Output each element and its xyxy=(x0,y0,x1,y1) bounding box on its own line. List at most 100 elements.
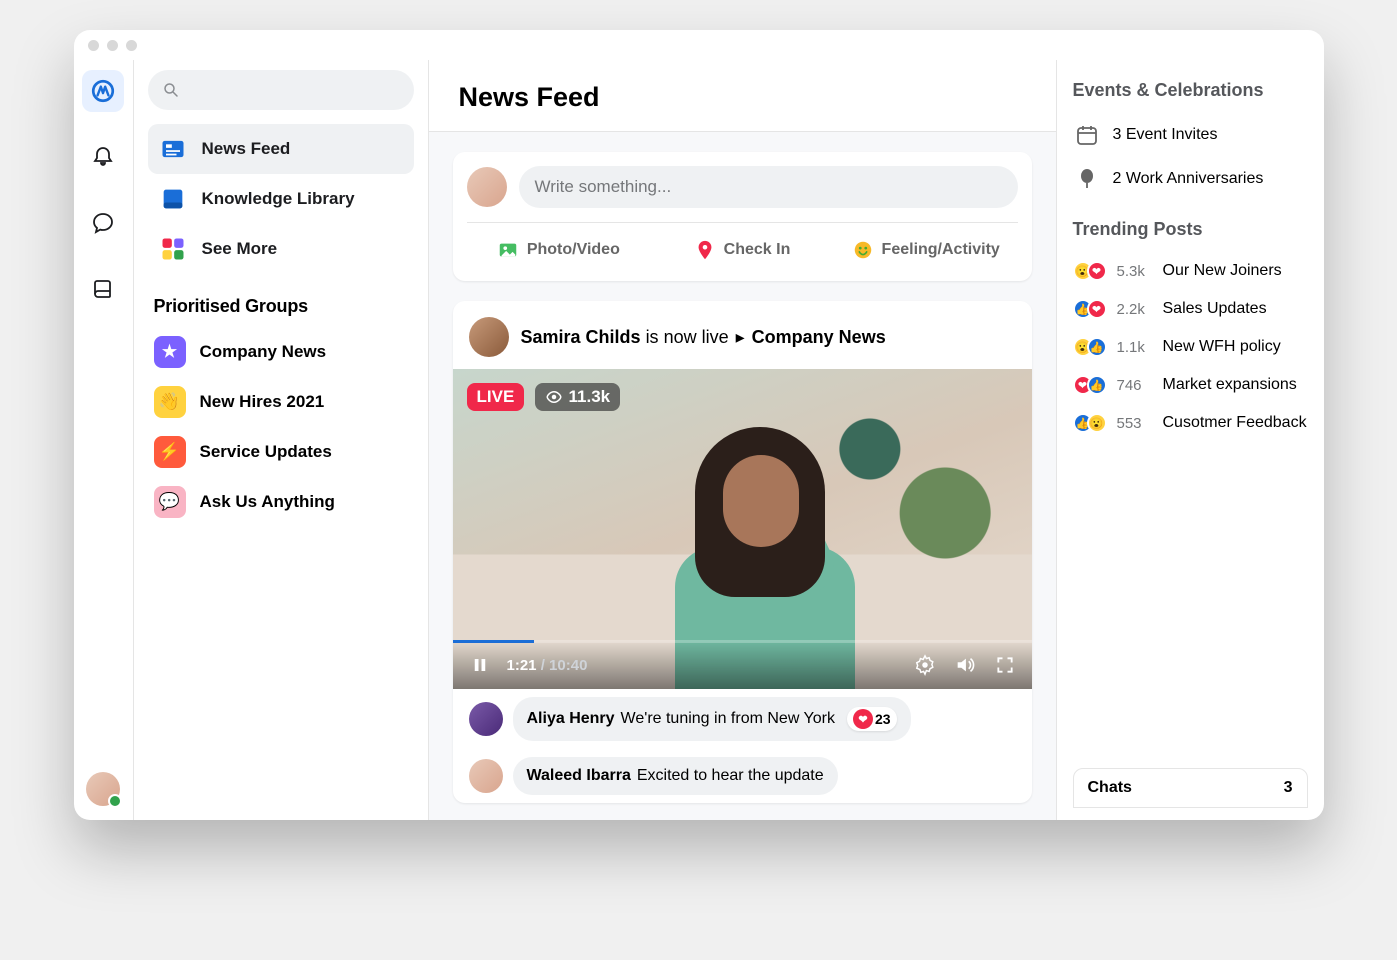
nav-see-more[interactable]: See More xyxy=(148,224,414,274)
comment-reaction[interactable]: ❤23 xyxy=(847,707,897,731)
reaction-icons: 😮👍 xyxy=(1073,337,1107,357)
fullscreen-button[interactable] xyxy=(992,652,1018,678)
commenter-avatar[interactable] xyxy=(469,702,503,736)
calendar-icon xyxy=(1073,121,1101,149)
video-time: 1:21 / 10:40 xyxy=(507,657,588,674)
trend-count: 1.1k xyxy=(1117,339,1153,356)
trend-title: Our New Joiners xyxy=(1163,262,1282,280)
icon-rail xyxy=(74,60,134,820)
post-author-avatar[interactable] xyxy=(469,317,509,357)
group-service-updates[interactable]: ⚡ Service Updates xyxy=(148,427,414,477)
work-anniversaries[interactable]: 2 Work Anniversaries xyxy=(1073,157,1308,201)
traffic-light-close[interactable] xyxy=(88,40,99,51)
page-title: News Feed xyxy=(429,60,1056,132)
reaction-icons: 😮❤ xyxy=(1073,261,1107,281)
event-invites[interactable]: 3 Event Invites xyxy=(1073,113,1308,157)
trend-title: Sales Updates xyxy=(1163,300,1267,318)
sidebar: News Feed Knowledge Library See More Pri… xyxy=(134,60,429,820)
gear-icon xyxy=(914,654,936,676)
bell-icon xyxy=(91,145,115,169)
video-controls: 1:21 / 10:40 xyxy=(453,641,1032,689)
post-header: Samira Childs is now live ▸ Company News xyxy=(453,301,1032,369)
trend-title: Market expansions xyxy=(1163,376,1297,394)
nav-label: Knowledge Library xyxy=(202,189,355,209)
location-icon xyxy=(694,239,716,261)
settings-button[interactable] xyxy=(912,652,938,678)
trending-item[interactable]: 👍😮 553 Cusotmer Feedback xyxy=(1073,404,1308,442)
trending-item[interactable]: 😮👍 1.1k New WFH policy xyxy=(1073,328,1308,366)
comment-bubble[interactable]: Waleed Ibarra Excited to hear the update xyxy=(513,757,838,795)
comment-author: Aliya Henry xyxy=(527,710,615,728)
reaction-icons: 👍😮 xyxy=(1073,413,1107,433)
trending-heading: Trending Posts xyxy=(1073,219,1308,240)
group-label: Ask Us Anything xyxy=(200,492,335,512)
rail-home[interactable] xyxy=(82,70,124,112)
composer-photo-video[interactable]: Photo/Video xyxy=(467,233,651,267)
viewer-count: 11.3k xyxy=(535,383,621,411)
group-ask-us-anything[interactable]: 💬 Ask Us Anything xyxy=(148,477,414,527)
traffic-light-min[interactable] xyxy=(107,40,118,51)
events-heading: Events & Celebrations xyxy=(1073,80,1308,101)
window-titlebar xyxy=(74,30,1324,60)
composer-feeling[interactable]: Feeling/Activity xyxy=(834,233,1018,267)
chats-panel-toggle[interactable]: Chats 3 xyxy=(1073,768,1308,808)
trending-item[interactable]: 😮❤ 5.3k Our New Joiners xyxy=(1073,252,1308,290)
volume-button[interactable] xyxy=(952,652,978,678)
chats-label: Chats xyxy=(1088,779,1132,797)
group-label: Company News xyxy=(200,342,327,362)
commenter-avatar[interactable] xyxy=(469,759,503,793)
emoji-icon xyxy=(852,239,874,261)
pause-button[interactable] xyxy=(467,652,493,678)
composer-input[interactable]: Write something... xyxy=(519,166,1018,208)
comment-row: Aliya Henry We're tuning in from New Yor… xyxy=(453,689,1032,749)
nav-knowledge-library[interactable]: Knowledge Library xyxy=(148,174,414,224)
fullscreen-icon xyxy=(995,655,1015,675)
live-post-card: Samira Childs is now live ▸ Company News… xyxy=(453,301,1032,803)
nav-news-feed[interactable]: News Feed xyxy=(148,124,414,174)
chat-icon: 💬 xyxy=(154,486,186,518)
rail-library[interactable] xyxy=(82,268,124,310)
wave-icon: 👋 xyxy=(154,386,186,418)
rail-chat[interactable] xyxy=(82,202,124,244)
workplace-logo-icon xyxy=(90,78,116,104)
star-icon: ★ xyxy=(154,336,186,368)
video-player[interactable]: LIVE 11.3k 1:21 / 10:40 xyxy=(453,369,1032,689)
composer-card: Write something... Photo/Video Check In xyxy=(453,152,1032,281)
right-rail: Events & Celebrations 3 Event Invites 2 … xyxy=(1056,60,1324,820)
trending-item[interactable]: ❤👍 746 Market expansions xyxy=(1073,366,1308,404)
nav-label: See More xyxy=(202,239,278,259)
composer-avatar[interactable] xyxy=(467,167,507,207)
composer-check-in[interactable]: Check In xyxy=(650,233,834,267)
group-label: New Hires 2021 xyxy=(200,392,325,412)
trend-title: New WFH policy xyxy=(1163,338,1281,356)
app-window: News Feed Knowledge Library See More Pri… xyxy=(74,30,1324,820)
feed-icon xyxy=(158,134,188,164)
post-verb: is now live xyxy=(646,327,729,347)
event-label: 3 Event Invites xyxy=(1113,126,1218,144)
content-area: News Feed Write something... Photo/Video xyxy=(429,60,1056,820)
trend-count: 553 xyxy=(1117,415,1153,432)
comment-bubble[interactable]: Aliya Henry We're tuning in from New Yor… xyxy=(513,697,911,741)
rail-notifications[interactable] xyxy=(82,136,124,178)
live-badge: LIVE xyxy=(467,383,525,411)
composer-placeholder: Write something... xyxy=(535,177,672,197)
comment-author: Waleed Ibarra xyxy=(527,767,631,785)
post-target[interactable]: Company News xyxy=(752,327,886,347)
traffic-light-max[interactable] xyxy=(126,40,137,51)
search-icon xyxy=(162,81,180,99)
trend-count: 5.3k xyxy=(1117,263,1153,280)
current-user-avatar[interactable] xyxy=(86,772,120,806)
post-author[interactable]: Samira Childs xyxy=(521,327,641,347)
search-input[interactable] xyxy=(148,70,414,110)
group-new-hires[interactable]: 👋 New Hires 2021 xyxy=(148,377,414,427)
group-label: Service Updates xyxy=(200,442,332,462)
balloon-icon xyxy=(1073,165,1101,193)
trending-item[interactable]: 👍❤ 2.2k Sales Updates xyxy=(1073,290,1308,328)
action-label: Feeling/Activity xyxy=(882,241,1000,259)
comment-text: We're tuning in from New York xyxy=(621,710,835,728)
trend-count: 746 xyxy=(1117,377,1153,394)
comment-text: Excited to hear the update xyxy=(637,767,824,785)
book-icon xyxy=(91,277,115,301)
group-company-news[interactable]: ★ Company News xyxy=(148,327,414,377)
chats-count: 3 xyxy=(1284,779,1293,797)
